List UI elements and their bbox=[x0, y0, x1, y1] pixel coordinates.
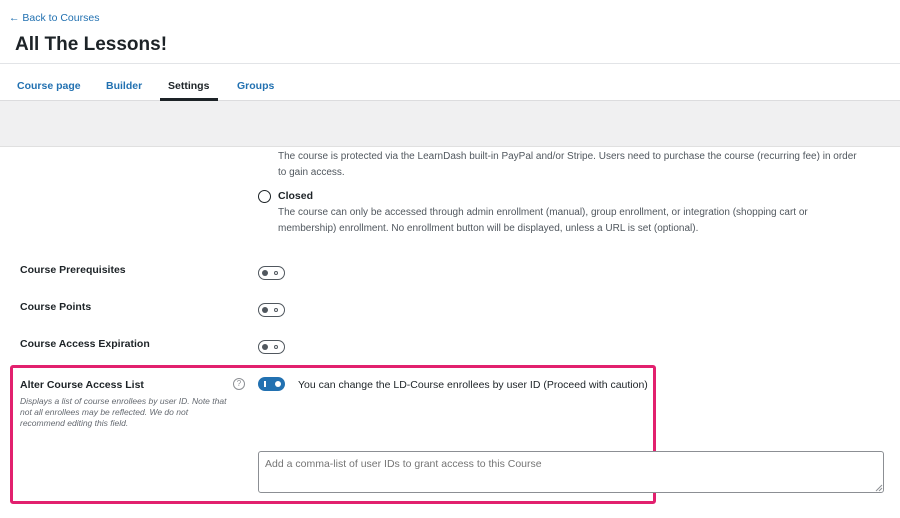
tab-groups[interactable]: Groups bbox=[237, 80, 274, 92]
course-access-expiration-label: Course Access Expiration bbox=[20, 338, 150, 350]
toggle-off-indicator bbox=[274, 307, 278, 312]
closed-description-line2: membership) enrollment. No enrollment bu… bbox=[278, 223, 699, 234]
tab-settings[interactable]: Settings bbox=[168, 80, 209, 92]
course-points-label: Course Points bbox=[20, 301, 92, 313]
tab-builder[interactable]: Builder bbox=[106, 80, 142, 92]
closed-description-line1: The course can only be accessed through … bbox=[278, 207, 808, 218]
closed-radio[interactable] bbox=[258, 190, 271, 203]
toggle-knob bbox=[275, 380, 281, 387]
alter-access-help-text: Displays a list of course enrollees by u… bbox=[20, 396, 227, 428]
toggle-off-indicator bbox=[274, 270, 278, 275]
active-tab-indicator bbox=[160, 98, 218, 101]
recurring-description-line2: to gain access. bbox=[278, 167, 345, 178]
alter-course-access-toggle[interactable] bbox=[258, 377, 285, 391]
course-prerequisites-toggle[interactable] bbox=[258, 266, 285, 280]
toggle-knob bbox=[262, 343, 268, 350]
course-prerequisites-label: Course Prerequisites bbox=[20, 264, 126, 276]
course-points-toggle[interactable] bbox=[258, 303, 285, 317]
back-to-courses-link[interactable]: ← Back to Courses bbox=[9, 12, 99, 24]
help-icon[interactable]: ? bbox=[233, 378, 245, 390]
toggle-knob bbox=[262, 306, 268, 313]
page-header: ← Back to Courses All The Lessons! Cours… bbox=[0, 0, 900, 101]
tab-course-page[interactable]: Course page bbox=[17, 80, 81, 92]
user-ids-textarea[interactable] bbox=[258, 451, 884, 493]
course-access-expiration-toggle[interactable] bbox=[258, 340, 285, 354]
toggle-knob bbox=[262, 269, 268, 276]
closed-radio-label: Closed bbox=[278, 190, 314, 202]
recurring-description-line1: The course is protected via the LearnDas… bbox=[278, 151, 857, 162]
page-title: All The Lessons! bbox=[15, 34, 168, 55]
header-divider bbox=[0, 63, 900, 64]
resize-grip-icon[interactable] bbox=[875, 484, 883, 492]
alter-access-toggle-description: You can change the LD-Course enrollees b… bbox=[298, 379, 648, 391]
toggle-on-indicator bbox=[264, 381, 266, 387]
toggle-off-indicator bbox=[274, 344, 278, 349]
alter-course-access-list-label: Alter Course Access List bbox=[20, 379, 144, 391]
